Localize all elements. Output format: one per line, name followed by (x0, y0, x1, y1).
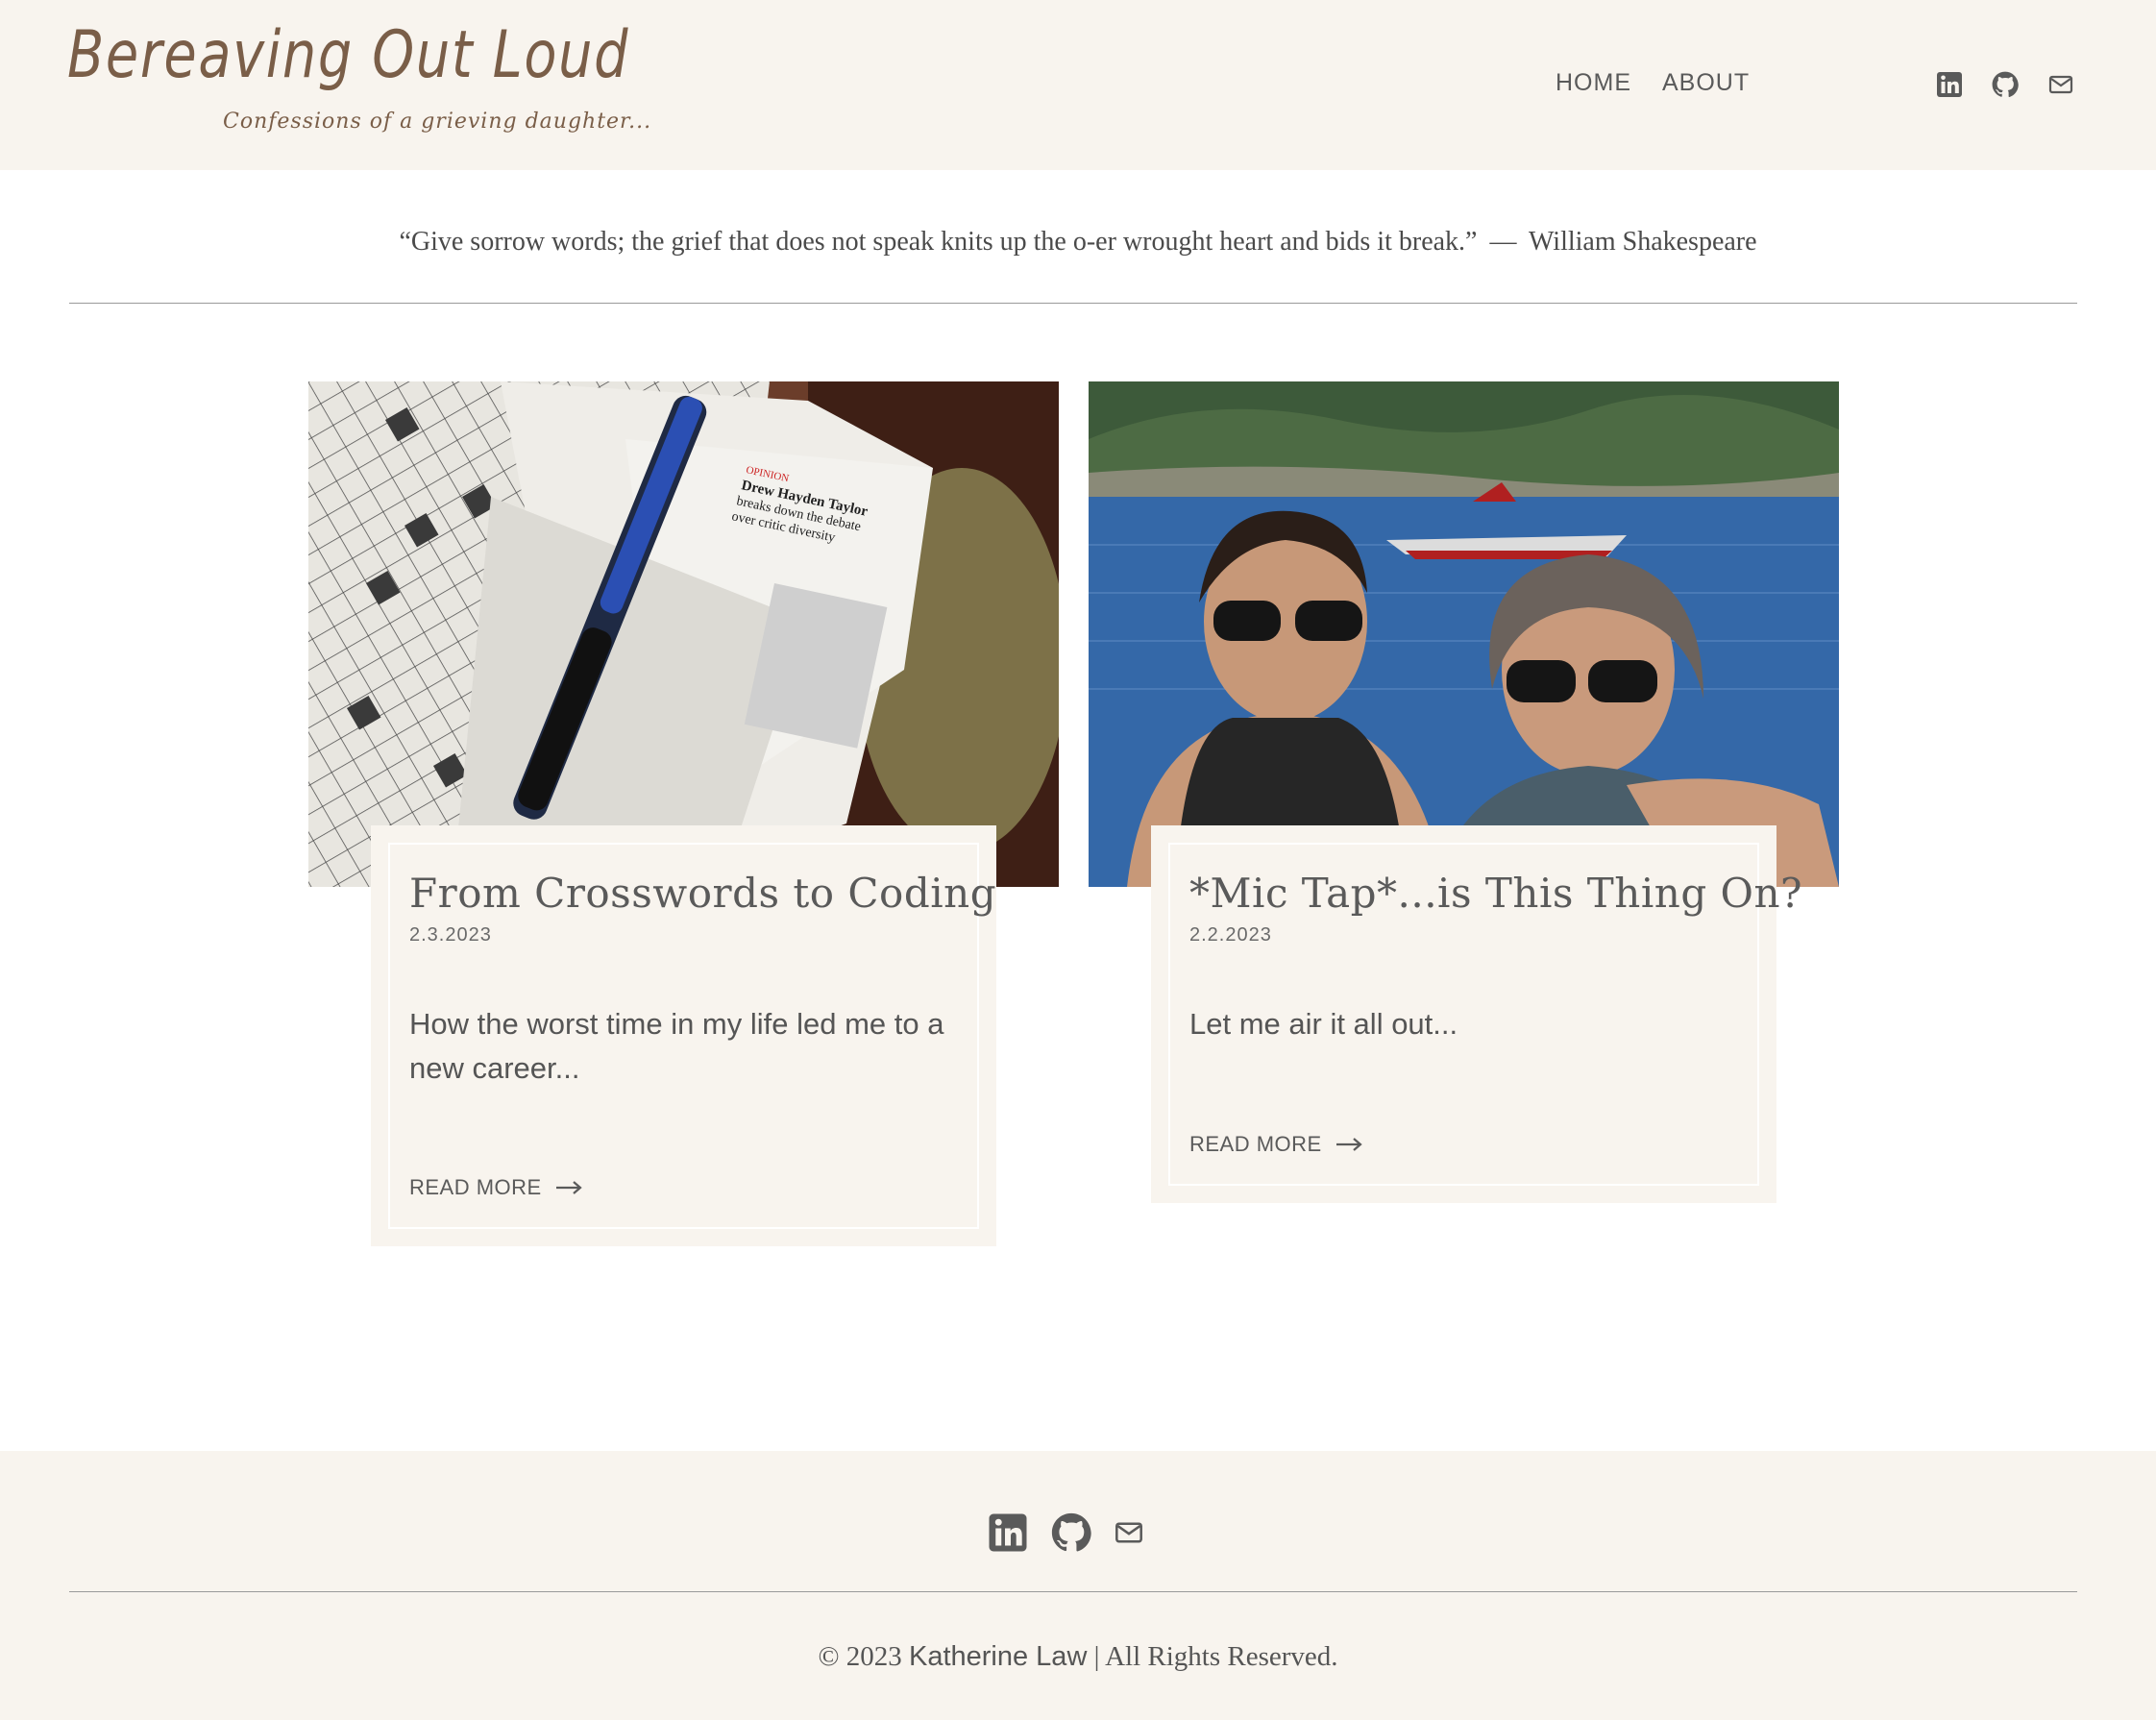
post-title[interactable]: From Crosswords to Coding (409, 870, 996, 917)
arrow-right-icon (1335, 1138, 1362, 1151)
mail-icon[interactable] (1115, 1520, 1143, 1545)
main-nav: HOME ABOUT (1556, 69, 1750, 97)
github-icon[interactable] (1051, 1512, 1091, 1553)
post-2-image[interactable] (1089, 381, 1839, 887)
post-card-1[interactable]: From Crosswords to Coding 2.3.2023 How t… (371, 825, 996, 1246)
post-excerpt: Let me air it all out... (1189, 1007, 1458, 1041)
logo-tagline: Confessions of a grieving daughter... (223, 110, 652, 134)
site-logo[interactable]: Bereaving Out Loud Confessions of a grie… (67, 17, 753, 134)
nav-about-link[interactable]: ABOUT (1662, 69, 1750, 97)
read-more-label: READ MORE (409, 1175, 542, 1199)
post-1-image[interactable]: OPINION Drew Hayden Taylor breaks down t… (308, 381, 1059, 887)
quote-divider (69, 303, 2077, 304)
read-more-link[interactable]: READ MORE (1189, 1132, 1362, 1157)
read-more-link[interactable]: READ MORE (409, 1175, 582, 1200)
quote-dash: — (1489, 227, 1517, 257)
read-more-label: READ MORE (1189, 1132, 1322, 1156)
header-social-links (1935, 70, 2075, 99)
copyright-suffix: | All Rights Reserved. (1093, 1641, 1338, 1672)
post-date: 2.2.2023 (1189, 924, 1272, 946)
shakespeare-quote: “Give sorrow words; the grief that does … (0, 227, 2156, 258)
quote-text: “Give sorrow words; the grief that does … (399, 227, 1478, 257)
site-header: Bereaving Out Loud Confessions of a grie… (0, 0, 2156, 170)
mail-icon[interactable] (2046, 70, 2075, 99)
post-card-2-inner: *Mic Tap*...is This Thing On? 2.2.2023 L… (1168, 843, 1802, 1186)
post-title[interactable]: *Mic Tap*...is This Thing On? (1189, 870, 1802, 917)
footer-social-links (988, 1512, 1143, 1553)
post-excerpt: How the worst time in my life led me to … (409, 1007, 944, 1085)
copyright-prefix: © 2023 (818, 1641, 902, 1672)
copyright-name[interactable]: Katherine Law (909, 1641, 1087, 1672)
post-date: 2.3.2023 (409, 924, 492, 946)
logo-title[interactable]: Bereaving Out Loud (67, 17, 629, 93)
post-card-2[interactable]: *Mic Tap*...is This Thing On? 2.2.2023 L… (1151, 825, 1802, 1203)
crossword-newspaper-pen-image: OPINION Drew Hayden Taylor breaks down t… (308, 381, 1059, 887)
copyright-text: © 2023 Katherine Law | All Rights Reserv… (0, 1641, 2156, 1673)
github-icon[interactable] (1991, 70, 2020, 99)
post-card-1-inner: From Crosswords to Coding 2.3.2023 How t… (388, 843, 996, 1229)
footer-divider (69, 1591, 2077, 1592)
nav-home-link[interactable]: HOME (1556, 69, 1631, 97)
linkedin-icon[interactable] (988, 1512, 1028, 1553)
quote-author: William Shakespeare (1528, 227, 1757, 257)
lake-photo-two-women-image (1089, 381, 1839, 887)
site-footer: © 2023 Katherine Law | All Rights Reserv… (0, 1451, 2156, 1720)
linkedin-icon[interactable] (1935, 70, 1964, 99)
arrow-right-icon (555, 1181, 582, 1194)
